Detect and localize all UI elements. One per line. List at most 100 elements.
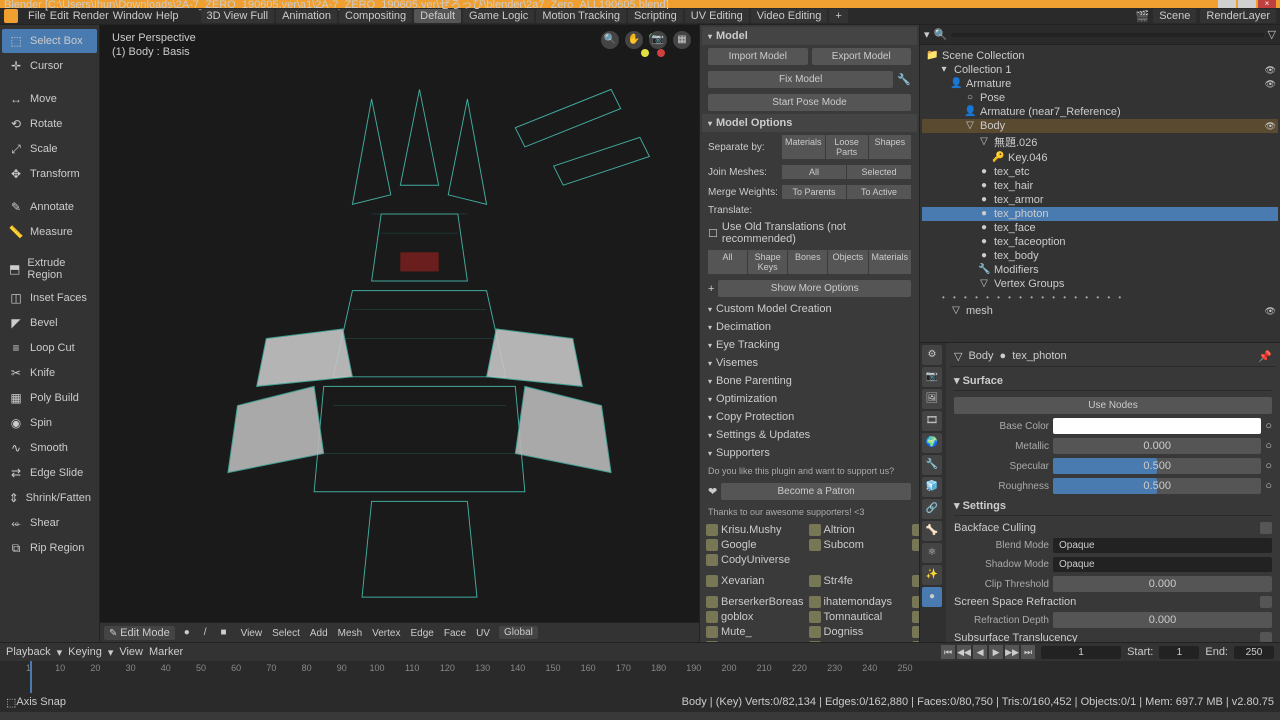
tool-shrink-fatten[interactable]: ⇕Shrink/Fatten [2,486,97,510]
plus-icon[interactable]: + [708,283,714,295]
blend-mode-dropdown[interactable]: Opaque [1053,538,1272,553]
pin-icon[interactable]: 📌 [1258,350,1272,363]
props-tab-2[interactable]: 🖼 [922,389,942,409]
section-eye-tracking[interactable]: Eye Tracking [702,336,917,354]
tree-armature-(near7_reference)[interactable]: 👤Armature (near7_Reference) [922,105,1278,119]
props-tab-9[interactable]: ⚛ [922,543,942,563]
jump-start-icon[interactable]: ⏮ [941,645,955,659]
tree-body[interactable]: ▽Body👁 [922,119,1278,133]
tab-+[interactable]: + [829,9,847,23]
props-tab-0[interactable]: ⚙ [922,345,942,365]
merge-opts-to-parents[interactable]: To Parents [782,185,846,199]
tool-cursor[interactable]: ✛Cursor [2,54,97,78]
clip-slider[interactable]: 0.000 [1053,576,1272,592]
props-tab-7[interactable]: 🔗 [922,499,942,519]
tab-game-logic[interactable]: Game Logic [463,9,534,23]
import-model-button[interactable]: Import Model [708,48,808,65]
roughness-slider[interactable]: 0.500 [1053,478,1261,494]
backface-checkbox[interactable] [1260,522,1272,534]
tab-animation[interactable]: Animation [276,9,337,23]
selmode-edge[interactable]: / [199,626,212,639]
tree-vertex-groups[interactable]: ▽Vertex Groups [922,277,1278,291]
props-tab-5[interactable]: 🔧 [922,455,942,475]
surface-header[interactable]: ▾ Surface [954,371,1272,391]
section-copy-protection[interactable]: Copy Protection [702,408,917,426]
ssr-checkbox[interactable] [1260,596,1272,608]
tool-bevel[interactable]: ◤Bevel [2,311,97,335]
view-menu[interactable]: View [119,646,143,658]
refraction-slider[interactable]: 0.000 [1053,612,1272,628]
tool-poly-build[interactable]: ▦Poly Build [2,386,97,410]
trans-opts-materials[interactable]: Materials [869,250,912,274]
menu-render[interactable]: Render [71,10,111,22]
tool-annotate[interactable]: ✎Annotate [2,195,97,219]
props-tab-10[interactable]: ✨ [922,565,942,585]
checkbox-icon[interactable]: ☐ [708,227,718,240]
start-pose-button[interactable]: Start Pose Mode [708,94,911,111]
start-frame[interactable]: 1 [1159,646,1199,659]
tree-armature[interactable]: 👤Armature👁 [922,77,1278,91]
show-more-button[interactable]: Show More Options [718,280,911,297]
tool-smooth[interactable]: ∿Smooth [2,436,97,460]
tool-measure[interactable]: 📏Measure [2,220,97,244]
tab-motion-tracking[interactable]: Motion Tracking [536,9,626,23]
sep-opts-materials[interactable]: Materials [782,135,825,159]
vp-menu-select[interactable]: Select [267,627,305,640]
props-tab-3[interactable]: 🎞 [922,411,942,431]
vp-menu-view[interactable]: View [236,627,268,640]
filter-icon[interactable]: ▽ [1268,28,1276,41]
trans-opts-all[interactable]: All [708,250,747,274]
end-frame[interactable]: 250 [1234,646,1274,659]
tree-tex_body[interactable]: ●tex_body [922,249,1278,263]
tree-pose[interactable]: ○Pose [922,91,1278,105]
settings-header[interactable]: ▾ Settings [954,496,1272,516]
section-decimation[interactable]: Decimation [702,318,917,336]
tool-edge-slide[interactable]: ⇄Edge Slide [2,461,97,485]
model-options-header[interactable]: Model Options [702,114,917,132]
tab-3d-view-full[interactable]: 3D View Full [201,9,275,23]
orientation-dropdown[interactable]: Global [499,626,538,639]
selmode-face[interactable]: ■ [216,626,232,639]
tab-default[interactable]: Default [414,9,461,23]
join-opts-selected[interactable]: Selected [847,165,911,179]
use-nodes-button[interactable]: Use Nodes [954,397,1272,414]
sep-opts-loose-parts[interactable]: Loose Parts [826,135,868,159]
tree-tex_faceoption[interactable]: ●tex_faceoption [922,235,1278,249]
link-icon[interactable]: ○ [1265,420,1272,432]
tree-tex_armor[interactable]: ●tex_armor [922,193,1278,207]
tool-knife[interactable]: ✂Knife [2,361,97,385]
patron-button[interactable]: Become a Patron [721,483,911,500]
trans-opts-objects[interactable]: Objects [828,250,867,274]
selmode-vertex[interactable]: ● [179,626,195,639]
jump-end-icon[interactable]: ⏭ [1021,645,1035,659]
vp-menu-edge[interactable]: Edge [405,627,438,640]
play-rev-icon[interactable]: ◀ [973,645,987,659]
perspective-icon[interactable]: ▦ [673,31,691,49]
tool-rip-region[interactable]: ⧉Rip Region [2,536,97,560]
trans-opts-bones[interactable]: Bones [788,250,827,274]
trans-opts-shape-keys[interactable]: Shape Keys [748,250,787,274]
tree-tex_photon[interactable]: ●tex_photon [922,207,1278,221]
tab-scripting[interactable]: Scripting [628,9,683,23]
menu-window[interactable]: Window [111,10,154,22]
collection-1[interactable]: ▾Collection 1👁 [922,63,1278,77]
export-model-button[interactable]: Export Model [812,48,912,65]
section-visemes[interactable]: Visemes [702,354,917,372]
props-tab-6[interactable]: 🧊 [922,477,942,497]
merge-opts-to-active[interactable]: To Active [847,185,911,199]
prev-key-icon[interactable]: ◀◀ [957,645,971,659]
mode-dropdown[interactable]: ✎ Edit Mode [104,626,175,640]
tool-scale[interactable]: ⤢Scale [2,137,97,161]
menu-file[interactable]: File [26,10,48,22]
close-button[interactable]: × [1258,0,1276,8]
tree-key-046[interactable]: 🔑Key.046 [922,151,1278,165]
tab-compositing[interactable]: Compositing [339,9,412,23]
tool-spin[interactable]: ◉Spin [2,411,97,435]
section-settings---updates[interactable]: Settings & Updates [702,426,917,444]
props-tab-8[interactable]: 🦴 [922,521,942,541]
next-key-icon[interactable]: ▶▶ [1005,645,1019,659]
tree-mesh[interactable]: ▽mesh👁 [922,304,1278,318]
sss-checkbox[interactable] [1260,632,1272,642]
model-panel-header[interactable]: Model [702,27,917,45]
tool-shear[interactable]: ⬰Shear [2,511,97,535]
